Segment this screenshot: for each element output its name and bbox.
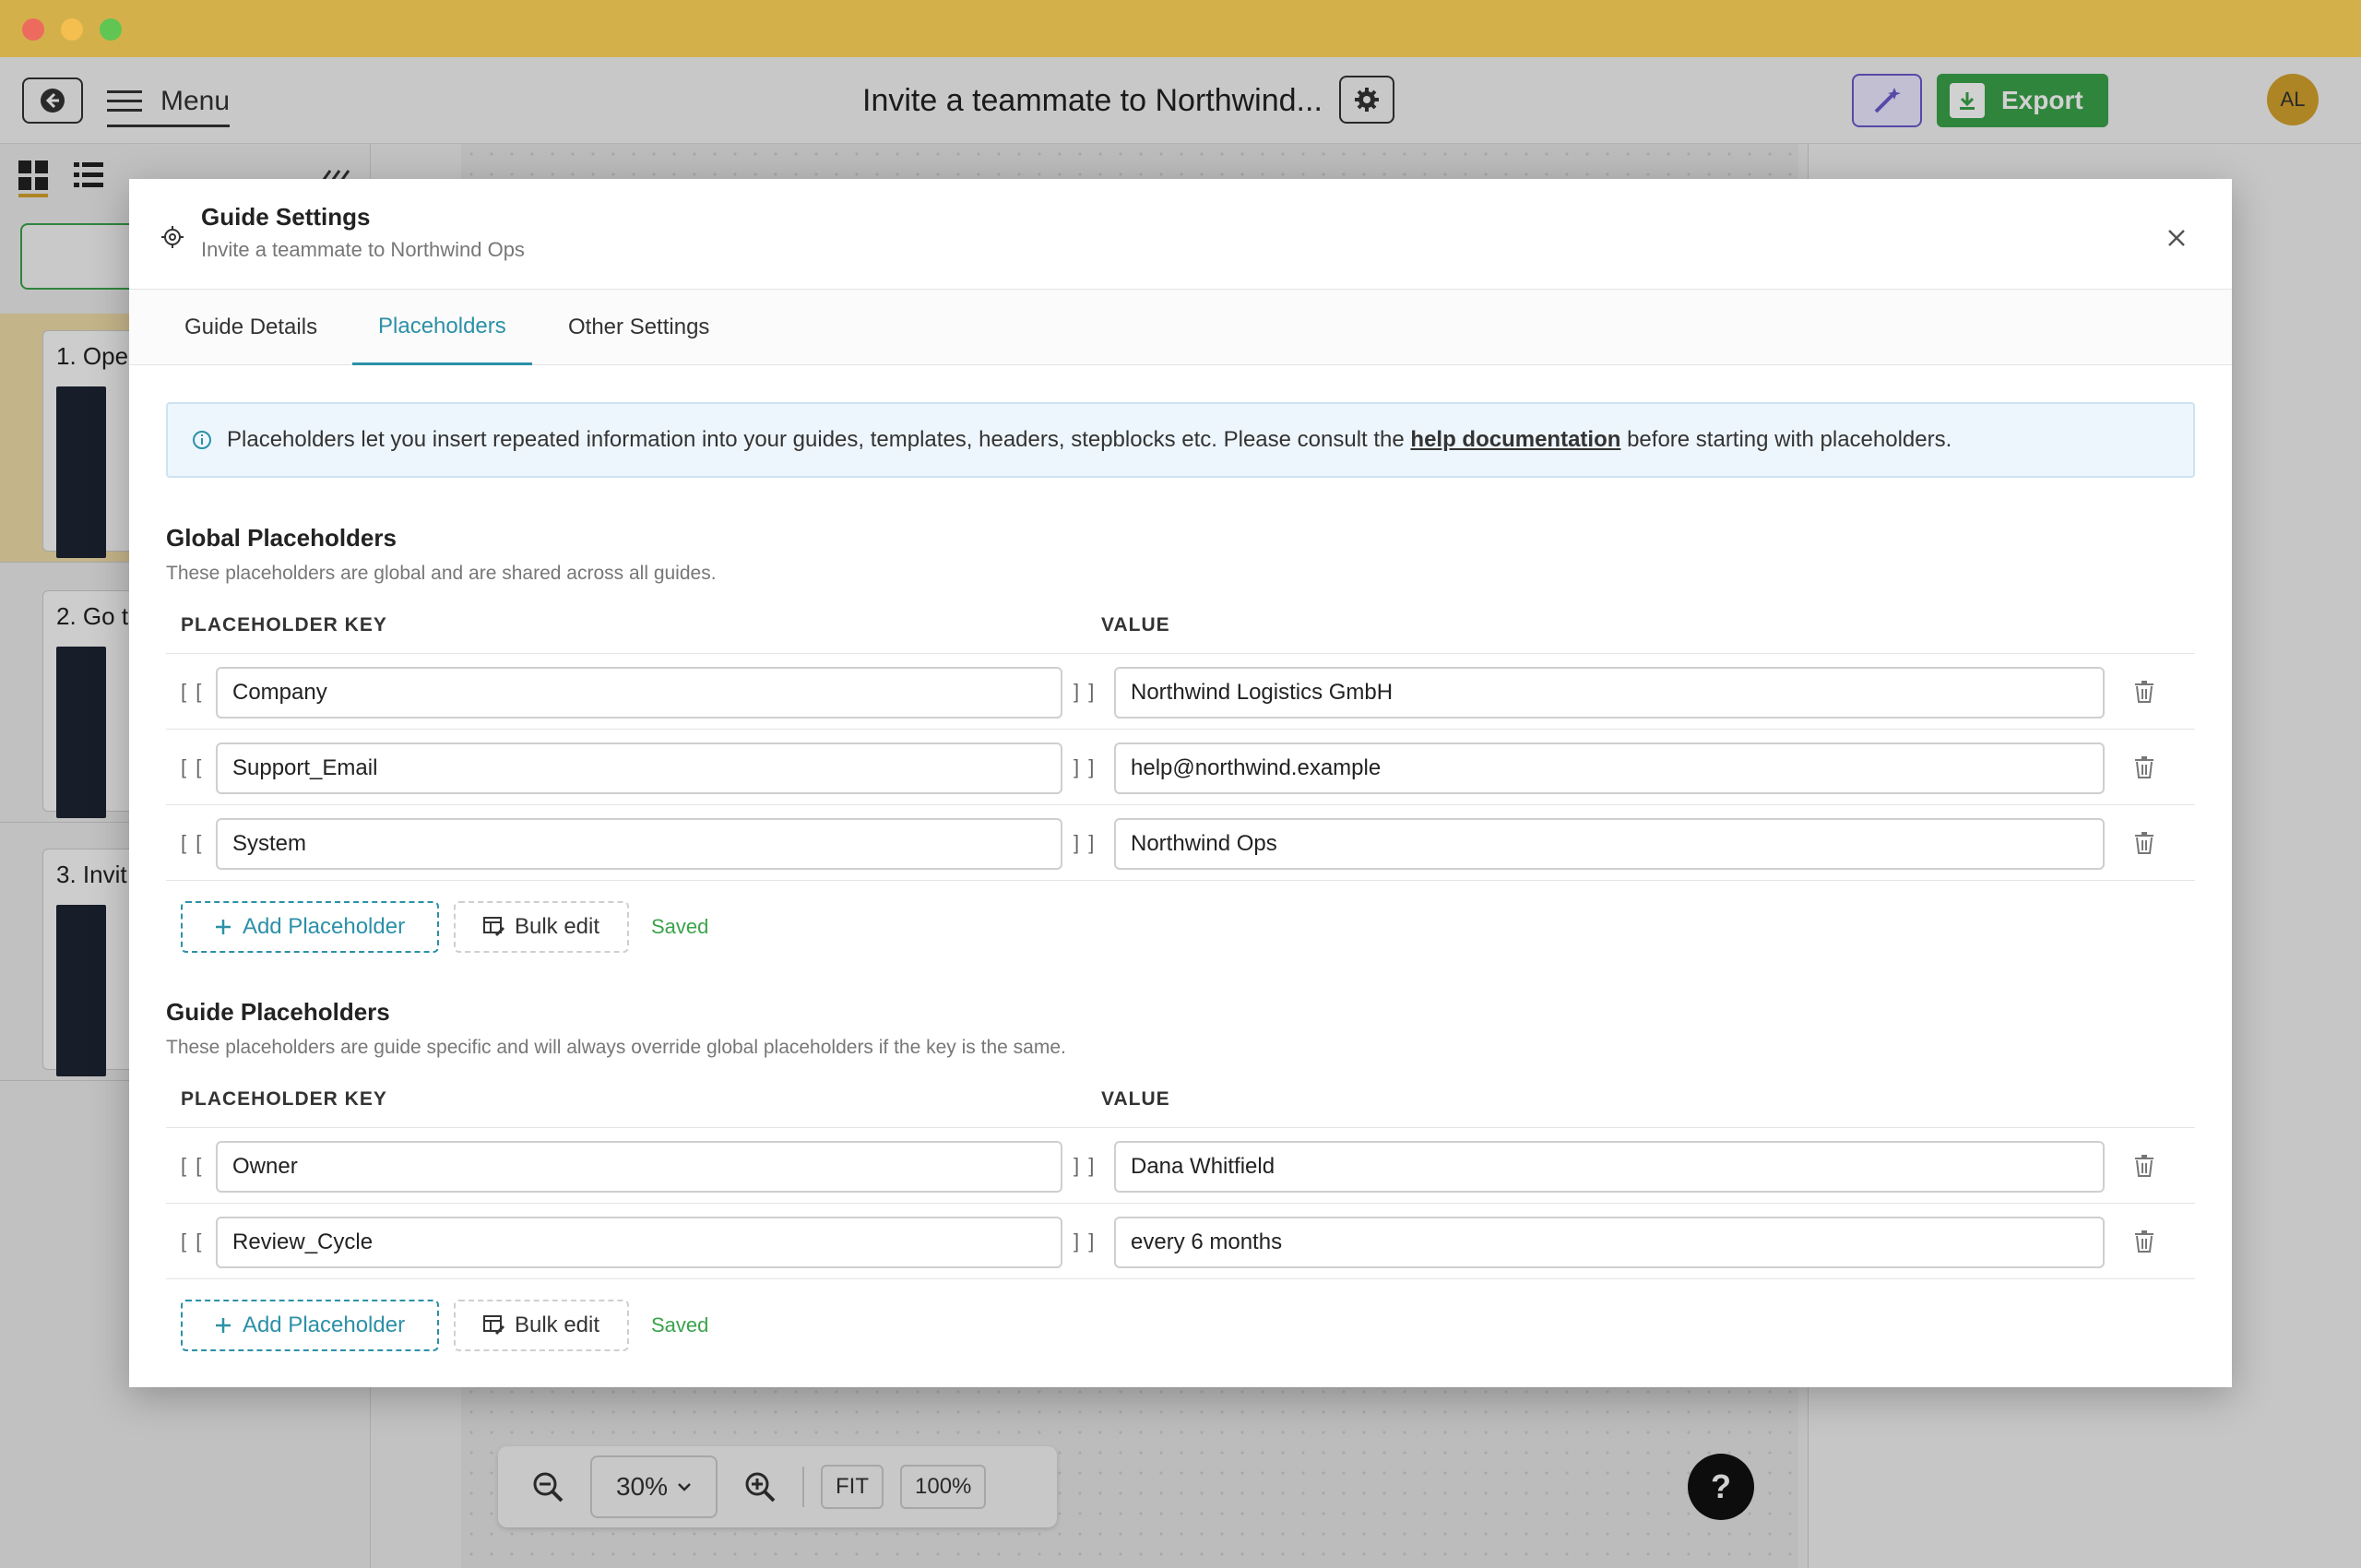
delete-row-button[interactable] bbox=[2130, 829, 2158, 857]
bracket-close: ] ] bbox=[1074, 1154, 1097, 1177]
bracket-open: [ [ bbox=[181, 755, 204, 778]
trash-icon bbox=[2135, 1230, 2153, 1253]
guide-placeholders-title: Guide Placeholders bbox=[166, 998, 390, 1026]
guide-placeholders-description: These placeholders are guide specific an… bbox=[166, 1037, 1066, 1058]
dialog-header: Guide Settings Invite a teammate to Nort… bbox=[129, 179, 2232, 290]
table-row: [ [ Support_Email ] ] help@northwind.exa… bbox=[166, 730, 2195, 805]
trash-icon bbox=[2135, 681, 2153, 703]
bulk-edit-global-button[interactable]: Bulk edit bbox=[454, 901, 629, 953]
placeholder-key-input[interactable]: Review_Cycle bbox=[216, 1217, 1062, 1268]
bulk-edit-label: Bulk edit bbox=[514, 1313, 600, 1337]
dialog-subtitle: Invite a teammate to Northwind Ops bbox=[201, 238, 525, 261]
bracket-close: ] ] bbox=[1074, 1229, 1097, 1253]
trash-icon bbox=[2135, 832, 2153, 854]
delete-row-button[interactable] bbox=[2130, 754, 2158, 781]
info-text-before: Placeholders let you insert repeated inf… bbox=[227, 427, 1405, 452]
bracket-close: ] ] bbox=[1074, 831, 1097, 854]
window-zoom-dot[interactable] bbox=[100, 18, 122, 41]
info-icon bbox=[193, 431, 211, 449]
add-placeholder-label: Add Placeholder bbox=[242, 1313, 406, 1337]
delete-row-button[interactable] bbox=[2130, 678, 2158, 706]
table-row: [ [ Company ] ] Northwind Logistics GmbH bbox=[166, 654, 2195, 730]
table-edit-icon bbox=[482, 917, 505, 937]
table-row: [ [ Owner ] ] Dana Whitfield bbox=[166, 1128, 2195, 1204]
table-row: [ [ Review_Cycle ] ] every 6 months bbox=[166, 1204, 2195, 1279]
bracket-close: ] ] bbox=[1074, 755, 1097, 778]
close-icon bbox=[2168, 230, 2185, 246]
column-header-value: VALUE bbox=[1101, 1088, 1170, 1110]
trash-icon bbox=[2135, 1155, 2153, 1177]
bracket-open: [ [ bbox=[181, 831, 204, 854]
placeholder-value-input[interactable]: help@northwind.example bbox=[1114, 742, 2105, 794]
placeholder-key-input[interactable]: Company bbox=[216, 667, 1062, 719]
add-placeholder-label: Add Placeholder bbox=[242, 914, 406, 939]
bracket-open: [ [ bbox=[181, 1229, 204, 1253]
add-global-placeholder-button[interactable]: Add Placeholder bbox=[181, 901, 439, 953]
plus-icon bbox=[215, 920, 231, 934]
placeholder-key-input[interactable]: Owner bbox=[216, 1141, 1062, 1193]
guide-actions: Add Placeholder Bulk edit Saved bbox=[181, 1300, 708, 1351]
guide-settings-dialog: Guide Settings Invite a teammate to Nort… bbox=[129, 179, 2232, 1387]
placeholder-key-input[interactable]: System bbox=[216, 818, 1062, 870]
tab-placeholders[interactable]: Placeholders bbox=[352, 290, 532, 365]
info-text-after: before starting with placeholders. bbox=[1627, 427, 1952, 452]
delete-row-button[interactable] bbox=[2130, 1152, 2158, 1180]
global-save-status: Saved bbox=[651, 915, 709, 938]
close-button[interactable] bbox=[2158, 220, 2195, 256]
window-close-dot[interactable] bbox=[22, 18, 44, 41]
column-header-key: PLACEHOLDER KEY bbox=[181, 614, 387, 636]
guide-save-status: Saved bbox=[651, 1313, 709, 1336]
dialog-title: Guide Settings bbox=[201, 203, 371, 231]
global-placeholders-title: Global Placeholders bbox=[166, 524, 397, 552]
info-banner: Placeholders let you insert repeated inf… bbox=[166, 402, 2195, 478]
placeholder-key-input[interactable]: Support_Email bbox=[216, 742, 1062, 794]
settings-gear-icon bbox=[161, 226, 184, 248]
bulk-edit-label: Bulk edit bbox=[514, 914, 600, 939]
global-placeholders-description: These placeholders are global and are sh… bbox=[166, 563, 717, 584]
table-edit-icon bbox=[482, 1315, 505, 1336]
column-header-key: PLACEHOLDER KEY bbox=[181, 1088, 387, 1110]
window-minimize-dot[interactable] bbox=[61, 18, 83, 41]
plus-icon bbox=[215, 1318, 231, 1333]
placeholder-value-input[interactable]: Dana Whitfield bbox=[1114, 1141, 2105, 1193]
placeholder-value-input[interactable]: Northwind Ops bbox=[1114, 818, 2105, 870]
trash-icon bbox=[2135, 756, 2153, 778]
column-header-value: VALUE bbox=[1101, 614, 1170, 636]
help-documentation-link[interactable]: help documentation bbox=[1410, 427, 1620, 452]
bulk-edit-guide-button[interactable]: Bulk edit bbox=[454, 1300, 629, 1351]
bracket-close: ] ] bbox=[1074, 680, 1097, 703]
bracket-open: [ [ bbox=[181, 1154, 204, 1177]
placeholder-value-input[interactable]: every 6 months bbox=[1114, 1217, 2105, 1268]
delete-row-button[interactable] bbox=[2130, 1228, 2158, 1255]
tab-guide-details[interactable]: Guide Details bbox=[184, 290, 317, 365]
info-text: Placeholders let you insert repeated inf… bbox=[227, 427, 1952, 453]
table-row: [ [ System ] ] Northwind Ops bbox=[166, 805, 2195, 881]
placeholder-value-input[interactable]: Northwind Logistics GmbH bbox=[1114, 667, 2105, 719]
bracket-open: [ [ bbox=[181, 680, 204, 703]
add-guide-placeholder-button[interactable]: Add Placeholder bbox=[181, 1300, 439, 1351]
tab-other-settings[interactable]: Other Settings bbox=[568, 290, 709, 365]
global-actions: Add Placeholder Bulk edit Saved bbox=[181, 901, 708, 953]
settings-tabs: Guide Details Placeholders Other Setting… bbox=[129, 290, 2232, 365]
window-titlebar bbox=[0, 0, 2361, 57]
